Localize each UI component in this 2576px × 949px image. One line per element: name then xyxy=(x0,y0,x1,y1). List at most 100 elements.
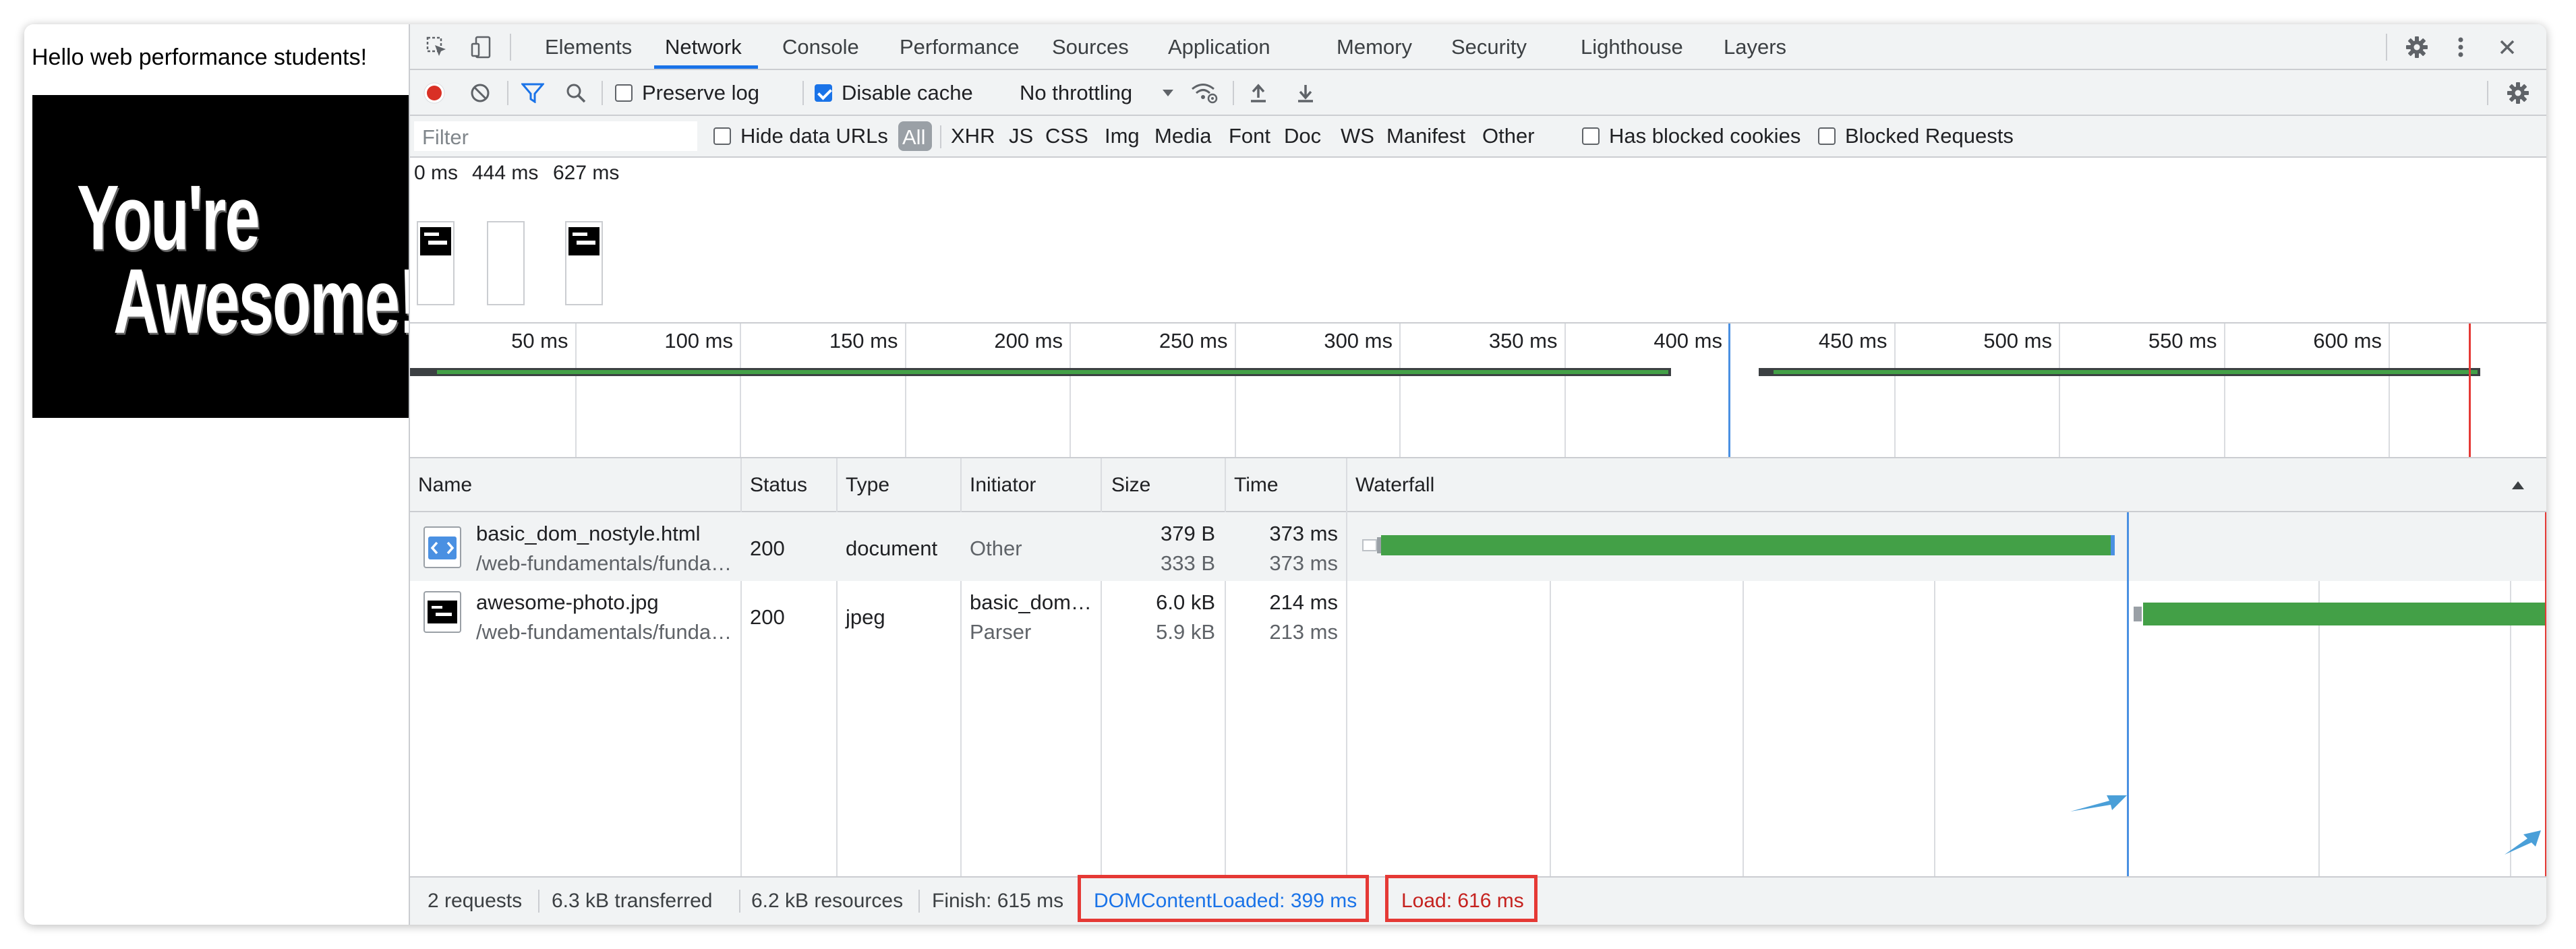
blocked-requests-checkbox[interactable] xyxy=(1818,127,1836,145)
filter-type-manifest[interactable]: Manifest xyxy=(1386,124,1465,148)
request-name[interactable]: awesome-photo.jpg xyxy=(476,590,659,615)
tab-layers[interactable]: Layers xyxy=(1724,24,1786,70)
filter-icon[interactable] xyxy=(519,81,546,105)
waterfall-bar-document[interactable] xyxy=(1381,535,2111,555)
tab-console[interactable]: Console xyxy=(782,24,859,70)
overview-tick-label: 600 ms xyxy=(2313,329,2382,353)
column-header-type[interactable]: Type xyxy=(846,458,889,512)
request-name[interactable]: basic_dom_nostyle.html xyxy=(476,522,701,546)
filmstrip-time: 444 ms xyxy=(472,162,539,184)
clear-icon[interactable] xyxy=(468,81,492,105)
network-conditions-icon[interactable] xyxy=(1190,81,1219,105)
column-header-status[interactable]: Status xyxy=(750,458,807,512)
record-icon[interactable] xyxy=(422,81,446,105)
request-initiator[interactable]: basic_dom… xyxy=(970,590,1092,615)
tab-performance[interactable]: Performance xyxy=(900,24,1019,70)
column-header-initiator[interactable]: Initiator xyxy=(970,458,1036,512)
filter-type-all[interactable]: All xyxy=(898,121,932,151)
filter-type-doc[interactable]: Doc xyxy=(1284,124,1321,148)
tab-application[interactable]: Application xyxy=(1168,24,1270,70)
filmstrip-frame[interactable] xyxy=(417,221,455,305)
request-status: 200 xyxy=(750,605,785,629)
column-header-name[interactable]: Name xyxy=(418,458,472,512)
has-blocked-cookies-checkbox[interactable] xyxy=(1582,127,1600,145)
waterfall-stalled-segment xyxy=(2134,607,2142,621)
overview-tick-label: 250 ms xyxy=(1159,329,1228,353)
overview-request-bar xyxy=(437,370,1668,374)
hide-data-urls-label: Hide data URLs xyxy=(740,124,888,148)
filter-type-img[interactable]: Img xyxy=(1105,124,1140,148)
import-har-icon[interactable] xyxy=(1246,81,1270,105)
throttling-select[interactable]: No throttling xyxy=(1020,81,1132,105)
request-resource-size: 5.9 kB xyxy=(1156,620,1215,644)
dom-content-loaded-time: DOMContentLoaded: 399 ms xyxy=(1094,890,1357,912)
dom-content-loaded-marker xyxy=(1728,324,1730,457)
more-options-icon[interactable] xyxy=(2451,34,2471,61)
annotation-arrow-icon xyxy=(2069,789,2130,816)
overview-tick-label: 100 ms xyxy=(664,329,733,353)
sort-ascending-icon[interactable] xyxy=(2509,476,2527,495)
html-document-icon xyxy=(422,526,463,569)
overview-tick-label: 400 ms xyxy=(1653,329,1722,353)
request-resource-size: 333 B xyxy=(1160,551,1215,575)
timeline-top-border xyxy=(410,322,2546,324)
overview-tick-label: 450 ms xyxy=(1818,329,1887,353)
filter-type-js[interactable]: JS xyxy=(1009,124,1033,148)
search-icon[interactable] xyxy=(564,81,588,105)
request-initiator: Other xyxy=(970,537,1022,560)
filter-type-xhr[interactable]: XHR xyxy=(951,124,995,148)
disable-cache-checkbox[interactable] xyxy=(815,84,832,102)
tab-memory[interactable]: Memory xyxy=(1337,24,1412,70)
devtools-tab-bar: Elements Network Console Performance Sou… xyxy=(410,24,2546,70)
hide-data-urls-checkbox[interactable] xyxy=(713,127,731,145)
tab-sources[interactable]: Sources xyxy=(1052,24,1129,70)
tab-security[interactable]: Security xyxy=(1451,24,1527,70)
filter-type-font[interactable]: Font xyxy=(1229,124,1270,148)
preserve-log-label: Preserve log xyxy=(642,81,760,104)
chevron-down-icon[interactable] xyxy=(1160,85,1176,101)
inspect-element-icon[interactable] xyxy=(423,34,450,61)
filter-type-media[interactable]: Media xyxy=(1154,124,1211,148)
awesome-photo-image: You're Awesome! xyxy=(32,95,409,418)
settings-gear-icon[interactable] xyxy=(2403,34,2430,61)
load-time: Load: 616 ms xyxy=(1401,890,1524,912)
close-icon[interactable] xyxy=(2494,34,2521,61)
filmstrip-frame[interactable] xyxy=(565,221,603,305)
browser-window: Hello web performance students! You're A… xyxy=(24,24,2546,925)
device-toolbar-icon[interactable] xyxy=(468,34,495,61)
tab-elements[interactable]: Elements xyxy=(545,24,632,70)
overview-tick-label: 150 ms xyxy=(829,329,898,353)
filter-input[interactable]: Filter xyxy=(414,121,697,151)
column-header-time[interactable]: Time xyxy=(1234,458,1279,512)
request-size: 379 B xyxy=(1160,522,1215,545)
tab-lighthouse[interactable]: Lighthouse xyxy=(1581,24,1683,70)
tab-network[interactable]: Network xyxy=(665,24,742,70)
filter-bar: Filter Hide data URLs All XHR JS CSS Img… xyxy=(410,116,2546,158)
filmstrip-frame[interactable] xyxy=(487,221,525,305)
column-header-size[interactable]: Size xyxy=(1111,458,1150,512)
request-size: 6.0 kB xyxy=(1156,590,1215,614)
filter-type-css[interactable]: CSS xyxy=(1045,124,1088,148)
overview-tick-label: 300 ms xyxy=(1324,329,1393,353)
toolbar-divider xyxy=(510,34,511,61)
request-type: jpeg xyxy=(846,605,885,629)
overview-gridline xyxy=(1399,324,1401,457)
export-har-icon[interactable] xyxy=(1293,81,1318,105)
load-marker xyxy=(2469,324,2471,457)
image-thumbnail-icon xyxy=(422,590,463,634)
request-table: Name Status Type Initiator Size Time Wat… xyxy=(410,458,2546,902)
waterfall-bar-image[interactable] xyxy=(2143,603,2546,625)
status-divider xyxy=(918,890,920,913)
preserve-log-checkbox[interactable] xyxy=(615,84,633,102)
column-header-waterfall[interactable]: Waterfall xyxy=(1355,458,1434,512)
toolbar-divider xyxy=(2487,81,2488,105)
waterfall-download-segment xyxy=(2111,535,2115,555)
filter-type-ws[interactable]: WS xyxy=(1341,124,1374,148)
toolbar-divider xyxy=(802,81,804,105)
resources-size: 6.2 kB resources xyxy=(751,890,904,912)
filter-type-other[interactable]: Other xyxy=(1482,124,1535,148)
network-settings-gear-icon[interactable] xyxy=(2505,81,2531,105)
request-status: 200 xyxy=(750,537,785,560)
overview-gridline xyxy=(2059,324,2060,457)
overview-tick-label: 350 ms xyxy=(1488,329,1558,353)
